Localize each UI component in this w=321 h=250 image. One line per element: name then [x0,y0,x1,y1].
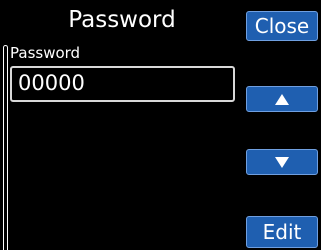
up-button[interactable] [246,86,318,112]
arrow-up-icon [275,93,289,105]
edit-button[interactable]: Edit [246,216,318,248]
password-field[interactable]: 00000 [10,66,235,102]
close-button[interactable]: Close [246,11,318,41]
down-button[interactable] [246,149,318,175]
list-frame [3,45,8,250]
arrow-down-icon [275,156,289,168]
password-field-value: 00000 [18,71,85,95]
password-field-label: Password [10,44,81,62]
page-title: Password [68,7,176,33]
